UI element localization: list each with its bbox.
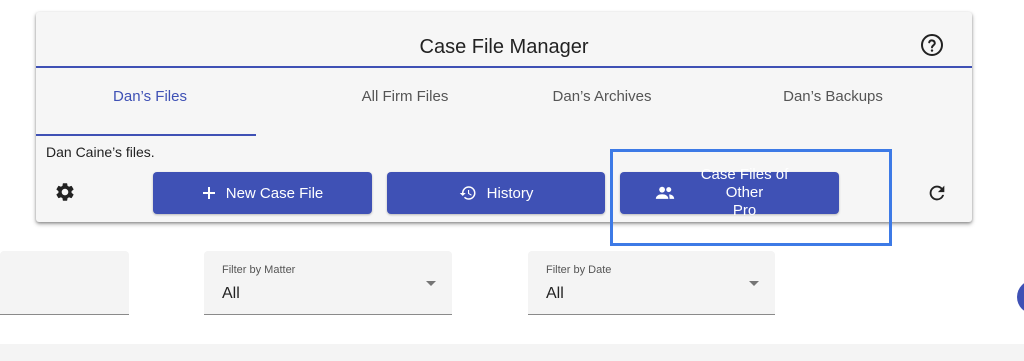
filter-by-date-value: All (546, 285, 564, 302)
tab-all-firm-files[interactable]: All Firm Files (295, 70, 515, 126)
filter-by-date-label: Filter by Date (546, 264, 612, 276)
filter-by-date-select[interactable]: Filter by Date All (528, 251, 775, 315)
case-files-of-other-line-2: Pro (732, 202, 757, 219)
floating-action-button[interactable] (1017, 280, 1024, 314)
title-bar: Case File Manager (36, 12, 972, 68)
plus-icon (202, 187, 215, 199)
new-case-file-button[interactable]: New Case File (153, 172, 372, 214)
new-case-file-label: New Case File (225, 184, 324, 202)
case-files-of-other-line-1: Case Files of Other (700, 166, 789, 201)
case-file-manager-card: Case File Manager Dan’s Files All Firm F… (36, 12, 972, 222)
filter-by-matter-value: All (222, 285, 240, 302)
filter-by-matter-label: Filter by Matter (222, 264, 296, 276)
people-icon (655, 186, 674, 199)
help-icon[interactable] (920, 33, 944, 57)
case-files-of-other-label: Case Files of Other Pro (685, 166, 805, 220)
history-label: History (486, 184, 534, 202)
history-button[interactable]: History (387, 172, 605, 214)
search-filter-field[interactable] (0, 251, 129, 315)
history-icon (459, 186, 476, 200)
dropdown-arrow-icon (749, 281, 759, 286)
tab-description: Dan Caine’s files. (46, 144, 155, 160)
dropdown-arrow-icon (426, 281, 436, 286)
tab-bar: Dan’s Files All Firm Files Dan’s Archive… (36, 70, 972, 126)
tab-dans-archives[interactable]: Dan’s Archives (492, 70, 712, 126)
tab-dans-files[interactable]: Dan’s Files (40, 70, 260, 126)
tab-dans-backups[interactable]: Dan’s Backups (723, 70, 943, 126)
refresh-icon[interactable] (926, 182, 948, 204)
case-files-of-other-button[interactable]: Case Files of Other Pro (620, 166, 839, 219)
active-tab-indicator (36, 134, 256, 136)
page-title: Case File Manager (419, 36, 589, 58)
gear-icon[interactable] (54, 181, 76, 203)
content-area-edge (0, 344, 1024, 361)
filter-by-matter-select[interactable]: Filter by Matter All (204, 251, 452, 315)
